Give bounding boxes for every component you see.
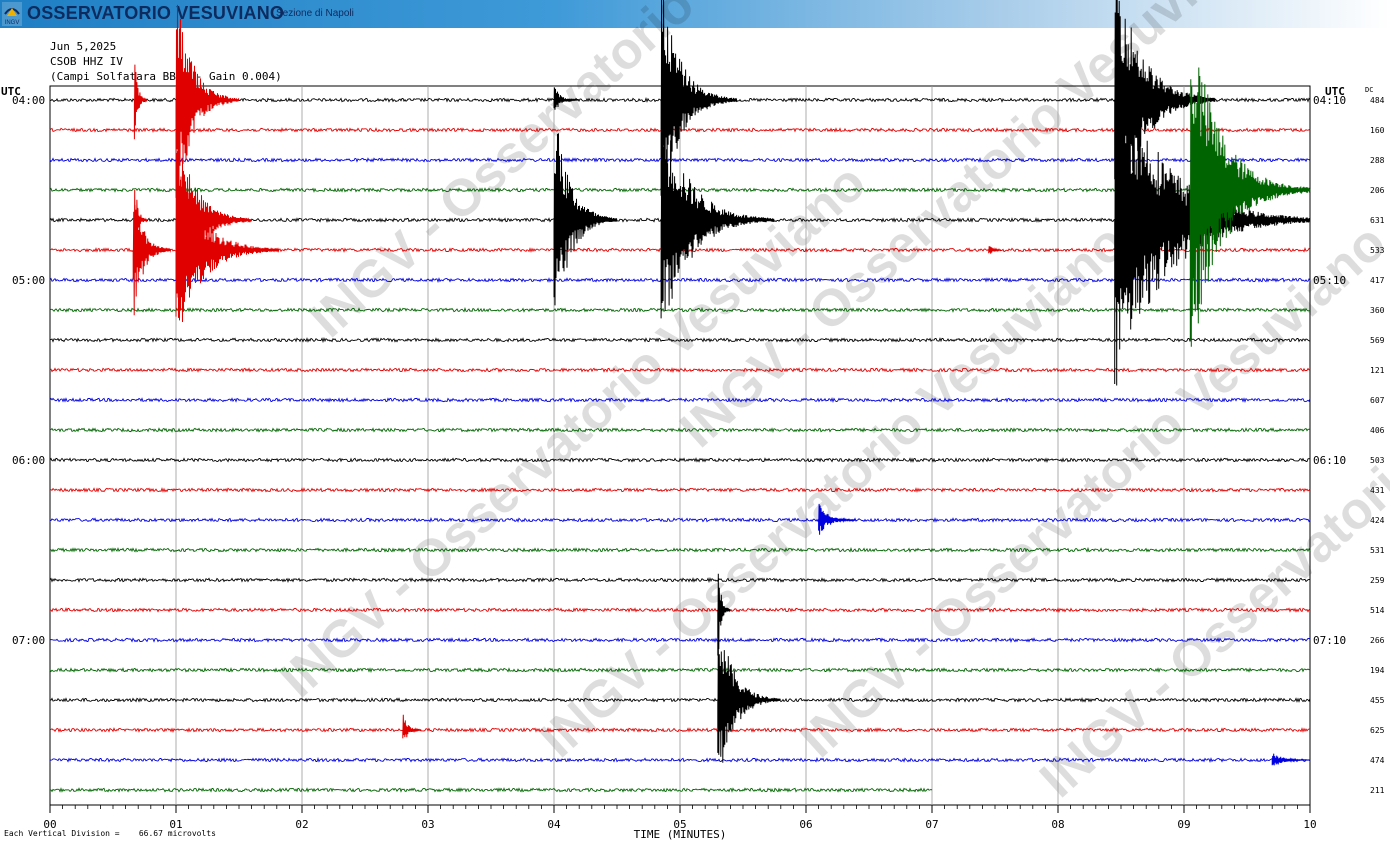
dc-value: 259: [1370, 576, 1385, 585]
dc-value: 631: [1370, 216, 1385, 225]
x-tick-label: 07: [925, 818, 938, 831]
dc-value: 206: [1370, 186, 1385, 195]
dc-value: 607: [1370, 396, 1385, 405]
right-time-label: 06:10: [1313, 454, 1346, 467]
x-tick-label: 03: [421, 818, 434, 831]
dc-value: 121: [1370, 366, 1385, 375]
x-tick-label: 09: [1177, 818, 1190, 831]
watermark: INGV - Osservatorio VesuvianoINGV - Osse…: [269, 0, 1390, 809]
seismic-event: [402, 714, 422, 739]
dc-value: 417: [1370, 276, 1385, 285]
x-axis-label: TIME (MINUTES): [634, 828, 727, 841]
dc-value: 514: [1370, 606, 1385, 615]
dc-value: 474: [1370, 756, 1385, 765]
x-tick-label: 02: [295, 818, 308, 831]
left-time-label: 06:00: [12, 454, 45, 467]
dc-value: 455: [1370, 696, 1385, 705]
right-time-label: 07:10: [1313, 634, 1346, 647]
x-tick-label: 10: [1303, 818, 1316, 831]
x-tick-label: 04: [547, 818, 561, 831]
left-time-label: 07:00: [12, 634, 45, 647]
seismic-event: [132, 189, 172, 316]
dc-value: 569: [1370, 336, 1385, 345]
watermark-text: INGV - Osservatorio Vesuviano: [269, 153, 877, 709]
seismic-event: [1271, 753, 1310, 766]
dc-header: DC: [1365, 86, 1373, 94]
seismic-event: [988, 246, 1002, 254]
dc-value: 625: [1370, 726, 1385, 735]
vertical-scale-note: Each Vertical Division = 66.67 microvolt…: [4, 829, 216, 838]
left-time-label: 04:00: [12, 94, 45, 107]
right-time-label: 05:10: [1313, 274, 1346, 287]
x-tick-label: 08: [1051, 818, 1064, 831]
dc-value: 194: [1370, 666, 1385, 675]
trace-row: [50, 787, 933, 793]
dc-value: 211: [1370, 786, 1385, 795]
helicorder-plot: INGV - Osservatorio VesuvianoINGV - Osse…: [1, 0, 1390, 841]
dc-value: 484: [1370, 96, 1385, 105]
dc-value: 503: [1370, 456, 1385, 465]
seismic-event: [178, 172, 280, 323]
dc-value: 533: [1370, 246, 1385, 255]
seismic-event: [175, 4, 240, 198]
right-time-label: 04:10: [1313, 94, 1346, 107]
dc-value: 266: [1370, 636, 1385, 645]
dc-value: 360: [1370, 306, 1385, 315]
dc-value: 288: [1370, 156, 1385, 165]
left-time-label: 05:00: [12, 274, 45, 287]
dc-value: 431: [1370, 486, 1385, 495]
dc-value: 531: [1370, 546, 1385, 555]
seismic-event: [717, 635, 781, 763]
dc-value: 160: [1370, 126, 1385, 135]
dc-value: 424: [1370, 516, 1385, 525]
x-tick-label: 06: [799, 818, 812, 831]
dc-value: 406: [1370, 426, 1385, 435]
